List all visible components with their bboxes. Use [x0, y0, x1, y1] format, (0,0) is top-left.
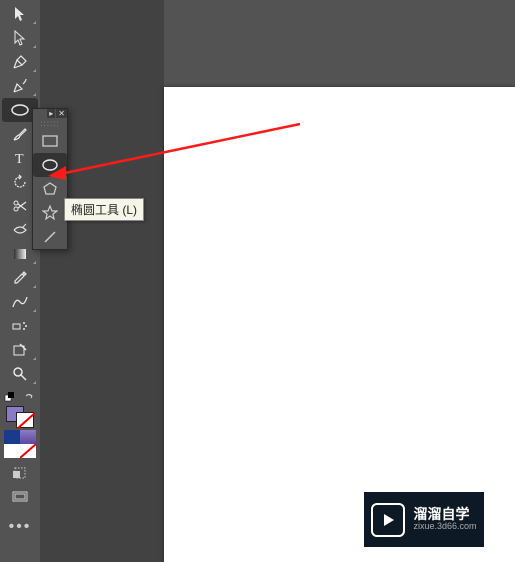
color-mode-row-2[interactable]	[4, 444, 36, 458]
star-tool[interactable]	[33, 201, 67, 225]
shape-builder-tool[interactable]	[2, 338, 38, 362]
line-tool[interactable]	[33, 225, 67, 249]
zoom-tool[interactable]	[2, 362, 38, 386]
blend-tool[interactable]	[2, 290, 38, 314]
tooltip-text: 椭圆工具 (L)	[71, 203, 137, 217]
default-colors-icon[interactable]	[4, 391, 16, 403]
ellipse-tool[interactable]	[33, 153, 67, 177]
watermark-title: 溜溜自学	[413, 507, 476, 522]
flyout-close-icon[interactable]: ✕	[56, 109, 67, 118]
flyout-collapse-icon[interactable]: ▸	[47, 109, 55, 118]
watermark: 溜溜自学 zixue.3d66.com	[364, 492, 484, 547]
edit-toolbar[interactable]: •••	[2, 515, 38, 539]
eyedropper-tool[interactable]	[2, 266, 38, 290]
direct-selection-tool[interactable]	[2, 26, 38, 50]
shape-tool-flyout: ▸ ✕ ::::::	[32, 108, 68, 250]
draw-mode-normal[interactable]	[2, 461, 38, 485]
artboard[interactable]	[164, 87, 515, 562]
screen-mode[interactable]	[2, 485, 38, 509]
swap-colors-icon[interactable]	[24, 391, 36, 403]
polygon-tool[interactable]	[33, 177, 67, 201]
selection-tool[interactable]	[2, 2, 38, 26]
symbol-sprayer-tool[interactable]	[2, 314, 38, 338]
rectangle-tool[interactable]	[33, 129, 67, 153]
color-mode-row[interactable]	[4, 430, 36, 444]
fill-stroke-swatches[interactable]	[6, 406, 34, 428]
pen-tool[interactable]	[2, 50, 38, 74]
play-icon	[371, 503, 405, 537]
flyout-grip[interactable]: ::::::	[33, 117, 67, 129]
svg-text:T: T	[15, 152, 24, 166]
more-icon: •••	[9, 518, 32, 536]
tooltip: 椭圆工具 (L)	[64, 198, 144, 221]
watermark-url: zixue.3d66.com	[413, 522, 476, 532]
curvature-tool[interactable]	[2, 74, 38, 98]
